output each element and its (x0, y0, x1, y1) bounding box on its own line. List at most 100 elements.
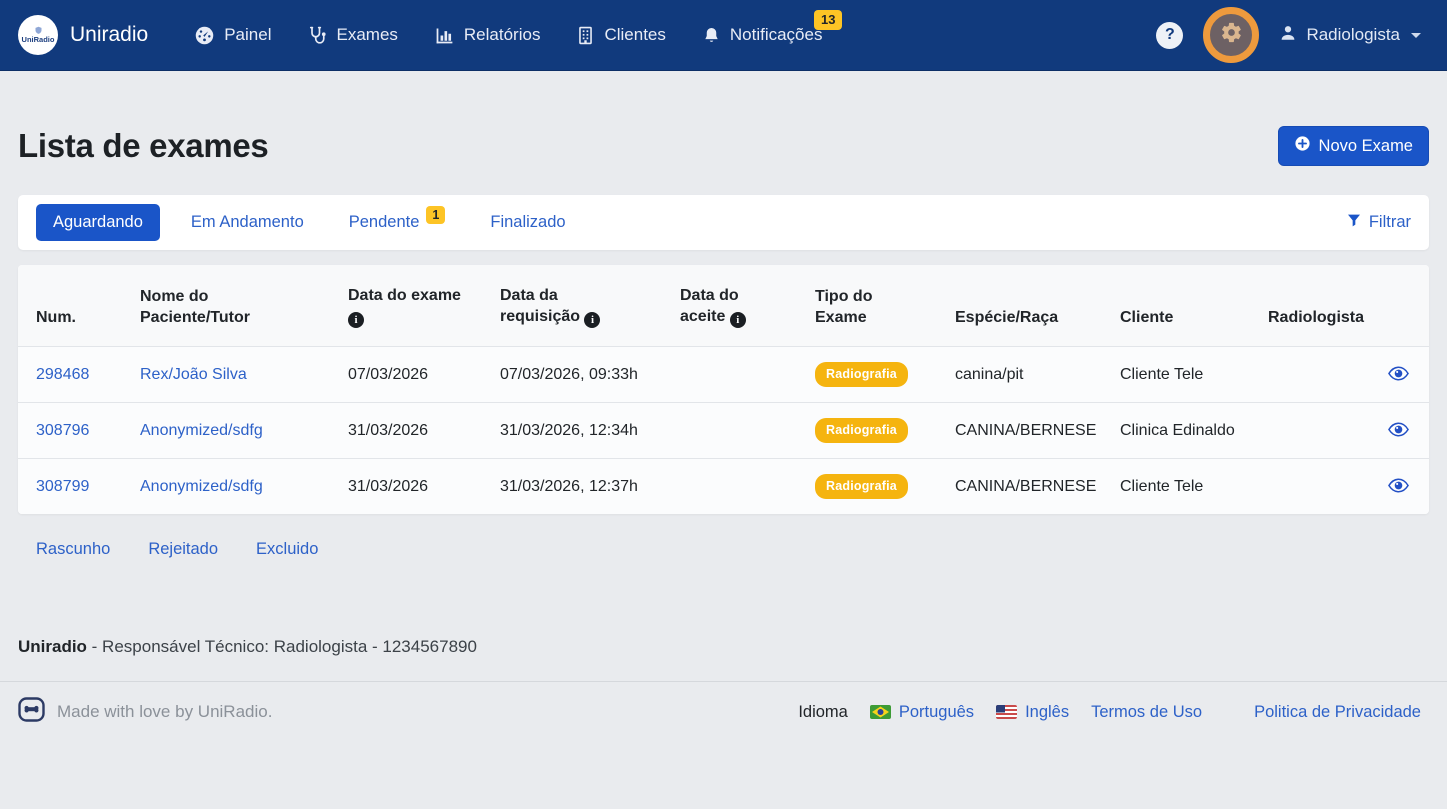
pendente-count-badge: 1 (426, 206, 445, 224)
nav-label: Painel (224, 25, 271, 45)
company-name: Uniradio (18, 637, 87, 656)
link-rejeitado[interactable]: Rejeitado (148, 540, 218, 559)
nav-item-clientes[interactable]: Clientes (576, 25, 665, 46)
filter-button[interactable]: Filtrar (1346, 212, 1411, 233)
funnel-icon (1346, 212, 1362, 233)
col-exam-date: Data do exame i (330, 265, 482, 347)
tab-label: Pendente (349, 213, 420, 231)
navbar-right: ? Radiologista (1156, 7, 1421, 63)
language-link-label: Português (899, 703, 974, 722)
accept-date (662, 459, 797, 514)
col-label: Data do exame (348, 287, 461, 304)
col-request-date: Data da requisição i (482, 265, 662, 347)
exam-number-link[interactable]: 308796 (36, 422, 89, 439)
us-flag-icon (996, 705, 1017, 719)
patient-link[interactable]: Anonymized/sdfg (140, 422, 263, 439)
species-breed: CANINA/BERNESE (937, 403, 1102, 459)
view-exam-button[interactable] (1384, 362, 1413, 388)
info-icon[interactable]: i (584, 312, 600, 328)
tab-finalizado[interactable]: Finalizado (476, 204, 579, 241)
language-ingles[interactable]: Inglês (996, 703, 1069, 722)
table-row: 308799 Anonymized/sdfg 31/03/2026 31/03/… (18, 459, 1429, 514)
exam-date: 07/03/2026 (330, 347, 482, 403)
settings-button[interactable] (1203, 7, 1259, 63)
privacy-policy-link[interactable]: Politica de Privacidade (1254, 703, 1421, 722)
request-date: 31/03/2026, 12:34h (482, 403, 662, 459)
view-exam-button[interactable] (1384, 474, 1413, 500)
filter-label: Filtrar (1369, 213, 1411, 232)
brazil-flag-icon (870, 705, 891, 719)
language-label: Idioma (798, 703, 848, 722)
tech-info: - Responsável Técnico: Radiologista - 12… (87, 637, 477, 656)
species-breed: canina/pit (937, 347, 1102, 403)
top-navbar: UniRadio Uniradio Painel Exames Relatóri… (0, 0, 1447, 71)
main-nav: Painel Exames Relatórios Clientes Notifi… (194, 25, 822, 46)
status-tabs: Aguardando Em Andamento Pendente 1 Finali… (36, 204, 580, 241)
exam-date: 31/03/2026 (330, 459, 482, 514)
tab-pendente[interactable]: Pendente 1 (335, 204, 460, 241)
user-name: Radiologista (1306, 25, 1400, 45)
main-content: Lista de exames Novo Exame Aguardando Em… (0, 126, 1447, 657)
species-breed: CANINA/BERNESE (937, 459, 1102, 514)
speedometer-icon (194, 25, 215, 46)
link-excluido[interactable]: Excluido (256, 540, 318, 559)
nav-item-painel[interactable]: Painel (194, 25, 271, 46)
question-icon: ? (1165, 26, 1175, 44)
nav-item-exames[interactable]: Exames (307, 25, 397, 46)
notifications-count-badge: 13 (814, 10, 842, 30)
status-tabs-card: Aguardando Em Andamento Pendente 1 Finali… (18, 195, 1429, 250)
col-patient: Nome do Paciente/Tutor (122, 265, 330, 347)
new-exam-button[interactable]: Novo Exame (1278, 126, 1429, 166)
accept-date (662, 347, 797, 403)
nav-label: Relatórios (464, 25, 541, 45)
language-link-label: Inglês (1025, 703, 1069, 722)
nav-item-relatorios[interactable]: Relatórios (434, 25, 541, 46)
exam-number-link[interactable]: 308799 (36, 478, 89, 495)
page-title: Lista de exames (18, 127, 268, 165)
radiologist (1250, 347, 1378, 403)
stethoscope-icon (307, 25, 327, 46)
nav-item-notificacoes[interactable]: Notificações 13 (702, 25, 823, 46)
exam-type-badge: Radiografia (815, 474, 908, 499)
highlight-ring (1203, 7, 1259, 63)
terms-of-use-link[interactable]: Termos de Uso (1091, 703, 1202, 722)
tab-em-andamento[interactable]: Em Andamento (177, 204, 318, 241)
col-accept-date: Data do aceite i (662, 265, 797, 347)
radiologist (1250, 403, 1378, 459)
logo-text: UniRadio (22, 36, 55, 44)
nav-label: Notificações (730, 25, 823, 45)
bell-icon (702, 25, 721, 46)
table-row: 298468 Rex/João Silva 07/03/2026 07/03/2… (18, 347, 1429, 403)
tab-label: Finalizado (490, 213, 565, 231)
uniradio-logo-icon: UniRadio (18, 15, 58, 55)
exam-date: 31/03/2026 (330, 403, 482, 459)
col-radiologist: Radiologista (1250, 265, 1378, 347)
nav-label: Clientes (604, 25, 665, 45)
tab-label: Em Andamento (191, 213, 304, 231)
col-label: Data da requisição (500, 287, 580, 325)
patient-link[interactable]: Anonymized/sdfg (140, 478, 263, 495)
help-button[interactable]: ? (1156, 22, 1183, 49)
building-icon (576, 25, 595, 46)
new-exam-label: Novo Exame (1319, 137, 1413, 156)
eye-icon (1388, 369, 1409, 384)
info-icon[interactable]: i (730, 312, 746, 328)
link-rascunho[interactable]: Rascunho (36, 540, 110, 559)
table-row: 308796 Anonymized/sdfg 31/03/2026 31/03/… (18, 403, 1429, 459)
chevron-down-icon (1411, 33, 1421, 38)
col-client: Cliente (1102, 265, 1250, 347)
secondary-status-links: Rascunho Rejeitado Excluido (18, 540, 1429, 559)
page-footer: Made with love by UniRadio. Idioma Portu… (0, 682, 1447, 742)
tab-aguardando[interactable]: Aguardando (36, 204, 160, 241)
user-menu[interactable]: Radiologista (1279, 24, 1421, 47)
brand[interactable]: UniRadio Uniradio (18, 15, 148, 55)
client: Clinica Edinaldo (1102, 403, 1250, 459)
col-species: Espécie/Raça (937, 265, 1102, 347)
exam-number-link[interactable]: 298468 (36, 366, 89, 383)
patient-link[interactable]: Rex/João Silva (140, 366, 247, 383)
language-portugues[interactable]: Português (870, 703, 974, 722)
bone-badge-icon (18, 697, 45, 727)
info-icon[interactable]: i (348, 312, 364, 328)
client: Cliente Tele (1102, 459, 1250, 514)
view-exam-button[interactable] (1384, 418, 1413, 444)
